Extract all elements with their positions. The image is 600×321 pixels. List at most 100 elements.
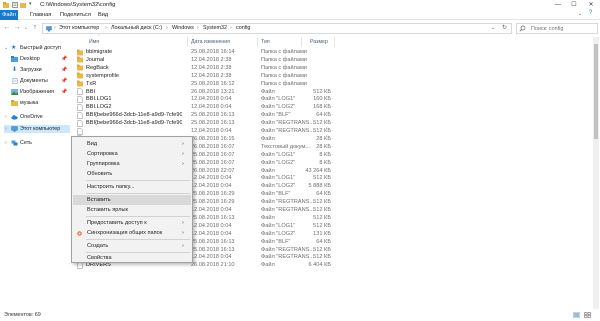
file-icon xyxy=(77,88,83,95)
menu-item-label: Вставить xyxy=(87,197,111,203)
sidebar-item-this-pc[interactable]: › Этот компьютер xyxy=(4,125,70,133)
file-icon xyxy=(77,96,83,103)
properties-icon[interactable] xyxy=(12,2,18,8)
table-row[interactable]: BBI{bebe966d-3dcb-11e8-a9d9-7cfe9091... 2… xyxy=(74,119,594,127)
quick-access-dropdown-icon[interactable]: ▾ xyxy=(29,1,32,7)
chevron-right-icon[interactable]: › xyxy=(5,114,7,120)
large-icons-view-icon[interactable] xyxy=(584,312,591,318)
column-header-size[interactable]: Размер xyxy=(310,39,328,45)
table-row[interactable]: BBI 26.08.2018 13:21 Файл 512 КБ xyxy=(74,88,594,96)
file-type: Файл "LOG2" xyxy=(261,159,296,166)
chevron-right-icon[interactable]: › xyxy=(5,140,7,146)
tab-share[interactable]: Поделиться xyxy=(57,12,94,18)
table-row[interactable]: RegBack 12.04.2018 2:38 Папка с файлами xyxy=(74,64,594,72)
table-row[interactable]: systemprofile 12.04.2018 2:38 Папка с файл… xyxy=(74,72,594,80)
new-folder-icon[interactable] xyxy=(20,2,26,8)
file-size: 64 КБ xyxy=(316,112,331,119)
sidebar-item-quick-access[interactable]: ⌄ ★ Быстрый доступ xyxy=(4,44,70,52)
breadcrumb-separator: › xyxy=(54,24,56,31)
column-divider[interactable] xyxy=(257,37,258,47)
menu-item-paste-shortcut[interactable]: Вставить ярлык xyxy=(73,205,191,215)
file-icon xyxy=(77,119,83,127)
file-name: BBI{bebe966d-3dcb-11e8-a9d9-7cfe9091... xyxy=(86,112,182,119)
menu-item-sync-shared-folders[interactable]: Синхронизация общих папок › xyxy=(73,228,191,238)
tab-view[interactable]: Вид xyxy=(95,12,111,18)
menu-item-view[interactable]: Вид › xyxy=(73,139,191,149)
menu-separator xyxy=(86,180,190,181)
breadcrumb-config[interactable]: config xyxy=(236,25,250,31)
file-type: Файл "LOG2" xyxy=(261,104,296,111)
recent-dropdown-icon[interactable]: ⌄ xyxy=(22,23,30,33)
breadcrumb-windows[interactable]: Windows xyxy=(172,25,194,31)
pin-icon[interactable]: 📌 xyxy=(61,78,67,84)
breadcrumb-system32[interactable]: System32 xyxy=(203,25,227,31)
minimize-button[interactable]: — xyxy=(550,0,566,10)
sidebar-item-label: Загрузки xyxy=(20,67,42,73)
file-size: 131 КБ xyxy=(313,230,331,237)
pin-icon[interactable]: 📌 xyxy=(61,56,67,62)
maximize-button[interactable]: ☐ xyxy=(566,0,582,10)
table-row[interactable]: bbimigrate 25.08.2018 16:14 Папка с файлам… xyxy=(74,48,594,56)
scrollbar-thumb[interactable] xyxy=(594,44,598,139)
sidebar-item-network[interactable]: › Сеть xyxy=(4,139,70,147)
address-dropdown-icon[interactable]: ⌄ xyxy=(491,25,495,31)
menu-item-paste[interactable]: Вставить xyxy=(73,195,191,205)
menu-item-customize-folder[interactable]: Настроить папку... xyxy=(73,182,191,192)
file-size: 28 КБ xyxy=(316,143,331,150)
address-bar[interactable]: › Этот компьютер › Локальный диск (C:) ›… xyxy=(42,22,512,34)
column-divider[interactable] xyxy=(334,37,335,47)
column-divider[interactable] xyxy=(187,37,188,47)
menu-item-new[interactable]: Создать › xyxy=(73,241,191,251)
tab-file[interactable]: Файл xyxy=(0,10,18,20)
menu-item-properties[interactable]: Свойства xyxy=(73,253,191,263)
menu-item-refresh[interactable]: Обновить xyxy=(73,169,191,179)
sidebar-item-pictures[interactable]: Изображения 📌 xyxy=(4,88,70,96)
sidebar-item-downloads[interactable]: ⬇ Загрузки 📌 xyxy=(4,66,70,74)
details-view-icon[interactable] xyxy=(573,312,580,318)
menu-item-group[interactable]: Группировка › xyxy=(73,159,191,169)
breadcrumb-local-disk[interactable]: Локальный диск (C:) xyxy=(111,25,162,31)
file-size: 28 КБ xyxy=(316,135,331,142)
menu-item-give-access[interactable]: Предоставить доступ к › xyxy=(73,218,191,228)
column-divider[interactable] xyxy=(301,37,302,47)
help-icon[interactable]: ? xyxy=(589,10,592,16)
sidebar-item-desktop[interactable]: Desktop 📌 xyxy=(4,55,70,63)
breadcrumb-this-pc[interactable]: Этот компьютер xyxy=(59,25,99,31)
file-name: systemprofile xyxy=(86,72,119,79)
up-arrow-icon[interactable]: ↑ xyxy=(31,23,39,33)
sync-icon xyxy=(77,230,82,236)
sidebar-item-onedrive[interactable]: › OneDrive xyxy=(4,113,70,121)
file-size: 512 КБ xyxy=(313,175,331,182)
forward-arrow-icon[interactable]: → xyxy=(13,23,21,33)
refresh-icon[interactable]: ↻ xyxy=(502,24,507,31)
ribbon-expand-icon[interactable]: ⌄ xyxy=(578,11,582,17)
sidebar-item-documents[interactable]: Документы 📌 xyxy=(4,77,70,85)
chevron-right-icon[interactable]: › xyxy=(5,126,7,132)
submenu-arrow-icon: › xyxy=(182,140,184,147)
chevron-down-icon[interactable]: ⌄ xyxy=(4,45,8,51)
file-size: 512 КБ xyxy=(313,120,331,127)
computer-icon xyxy=(46,25,52,31)
pin-icon[interactable]: 📌 xyxy=(61,89,67,95)
table-row[interactable]: BBI.LOG1 12.04.2018 0:04 Файл "LOG1" 160 КБ xyxy=(74,95,594,103)
column-header-type[interactable]: Тип xyxy=(261,39,270,45)
table-row[interactable]: Journal 12.04.2018 2:38 Папка с файлами xyxy=(74,56,594,64)
back-arrow-icon[interactable]: ← xyxy=(3,23,11,33)
sidebar-item-music[interactable]: музыка xyxy=(4,99,70,107)
network-icon xyxy=(11,140,18,146)
column-header-name[interactable]: Имя xyxy=(89,39,99,45)
file-date: 25.08.2018 16:07 xyxy=(191,151,235,158)
menu-item-sort[interactable]: Сортировка › xyxy=(73,149,191,159)
tab-home[interactable]: Главная xyxy=(27,12,54,18)
pin-icon[interactable]: 📌 xyxy=(61,67,67,73)
menu-item-label: Обновить xyxy=(87,171,113,177)
file-size: 512 КБ xyxy=(313,254,331,261)
search-input[interactable] xyxy=(516,22,598,34)
table-row[interactable]: BBI{bebe966d-3dcb-11e8-a9d9-7cfe9091... 2… xyxy=(74,111,594,119)
table-row[interactable]: 12.04.2018 0:04 Файл "REGTRANS... 512 КБ xyxy=(74,127,594,135)
file-date: 12.04.2018 0:04 xyxy=(191,183,232,190)
close-button[interactable]: ✕ xyxy=(583,0,599,10)
table-row[interactable]: TxR 25.08.2018 16:12 Папка с файлами xyxy=(74,80,594,88)
column-header-date[interactable]: Дата изменения xyxy=(191,39,230,45)
table-row[interactable]: BBI.LOG2 12.04.2018 0:04 Файл "LOG2" 168 КБ xyxy=(74,103,594,111)
